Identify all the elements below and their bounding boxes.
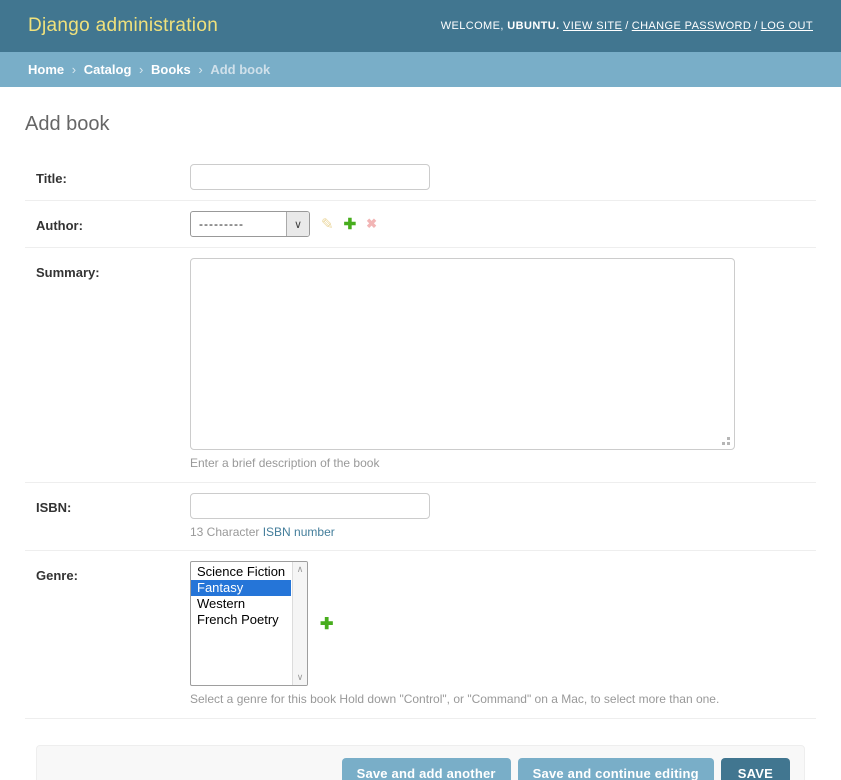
add-author-icon[interactable]: ✚ bbox=[344, 215, 357, 233]
breadcrumb-separator: › bbox=[139, 62, 143, 77]
view-site-link[interactable]: VIEW SITE bbox=[563, 20, 622, 32]
admin-header: Django administration WELCOME, UBUNTU. V… bbox=[0, 0, 841, 52]
breadcrumb-separator: › bbox=[72, 62, 76, 77]
dropdown-arrow-icon[interactable]: ∨ bbox=[286, 212, 309, 236]
isbn-input[interactable] bbox=[190, 493, 430, 519]
scroll-up-icon[interactable]: ∧ bbox=[297, 565, 304, 574]
edit-author-icon[interactable]: ✎ bbox=[321, 215, 334, 233]
isbn-number-link[interactable]: ISBN number bbox=[263, 525, 335, 539]
welcome-text: WELCOME, bbox=[441, 20, 504, 32]
save-button[interactable]: SAVE bbox=[721, 758, 790, 780]
breadcrumb-home[interactable]: Home bbox=[28, 62, 64, 77]
log-out-link[interactable]: LOG OUT bbox=[761, 20, 813, 32]
summary-help-text: Enter a brief description of the book bbox=[190, 456, 805, 472]
breadcrumb: Home › Catalog › Books › Add book bbox=[0, 52, 841, 87]
breadcrumb-separator: › bbox=[198, 62, 202, 77]
site-title-link[interactable]: Django administration bbox=[28, 15, 218, 37]
summary-label: Summary: bbox=[36, 265, 100, 280]
form-row-title: Title: bbox=[25, 154, 816, 201]
genre-option[interactable]: Fantasy bbox=[191, 580, 291, 596]
link-separator: / bbox=[625, 20, 628, 32]
summary-textarea[interactable] bbox=[190, 258, 735, 450]
resize-handle-icon[interactable] bbox=[727, 442, 730, 445]
content-area: Add book Title: Author: --------- ∨ ✎ ✚ … bbox=[0, 87, 841, 780]
page-title: Add book bbox=[25, 113, 816, 136]
genre-option[interactable]: Western bbox=[191, 596, 291, 612]
author-selected-value: --------- bbox=[191, 217, 286, 231]
genre-multiselect[interactable]: Science Fiction Fantasy Western French P… bbox=[190, 561, 308, 686]
form-row-author: Author: --------- ∨ ✎ ✚ ✖ bbox=[25, 201, 816, 248]
breadcrumb-catalog[interactable]: Catalog bbox=[84, 62, 132, 77]
form-row-genre: Genre: Science Fiction Fantasy Western F… bbox=[25, 551, 816, 719]
add-book-form: Title: Author: --------- ∨ ✎ ✚ ✖ bbox=[25, 154, 816, 780]
isbn-help-text: 13 Character ISBN number bbox=[190, 525, 805, 541]
save-and-add-another-button[interactable]: Save and add another bbox=[342, 758, 511, 780]
form-row-isbn: ISBN: 13 Character ISBN number bbox=[25, 483, 816, 552]
form-row-summary: Summary: Enter a brief description of th… bbox=[25, 248, 816, 483]
genre-option[interactable]: Science Fiction bbox=[191, 564, 291, 580]
scroll-down-icon[interactable]: ∨ bbox=[297, 673, 304, 682]
genre-label: Genre: bbox=[36, 568, 78, 583]
isbn-help-prefix: 13 Character bbox=[190, 525, 263, 539]
author-label: Author: bbox=[36, 218, 83, 233]
listbox-scrollbar[interactable]: ∧ ∨ bbox=[292, 562, 307, 685]
add-genre-icon[interactable]: ✚ bbox=[320, 614, 333, 634]
change-password-link[interactable]: CHANGE PASSWORD bbox=[632, 20, 751, 32]
save-and-continue-editing-button[interactable]: Save and continue editing bbox=[518, 758, 714, 780]
genre-help-text: Select a genre for this book Hold down "… bbox=[190, 692, 805, 708]
link-separator: / bbox=[754, 20, 757, 32]
author-select[interactable]: --------- ∨ bbox=[190, 211, 310, 237]
breadcrumb-current: Add book bbox=[210, 62, 270, 77]
title-input[interactable] bbox=[190, 164, 430, 190]
title-label: Title: bbox=[36, 171, 67, 186]
genre-option[interactable]: French Poetry bbox=[191, 612, 291, 628]
isbn-label: ISBN: bbox=[36, 500, 71, 515]
submit-row: Save and add another Save and continue e… bbox=[36, 745, 805, 780]
breadcrumb-books[interactable]: Books bbox=[151, 62, 191, 77]
delete-author-icon[interactable]: ✖ bbox=[366, 216, 377, 232]
related-widget-links: ✎ ✚ ✖ bbox=[321, 211, 377, 237]
user-tools: WELCOME, UBUNTU. VIEW SITE/CHANGE PASSWO… bbox=[441, 20, 813, 32]
username: UBUNTU. bbox=[507, 20, 559, 32]
